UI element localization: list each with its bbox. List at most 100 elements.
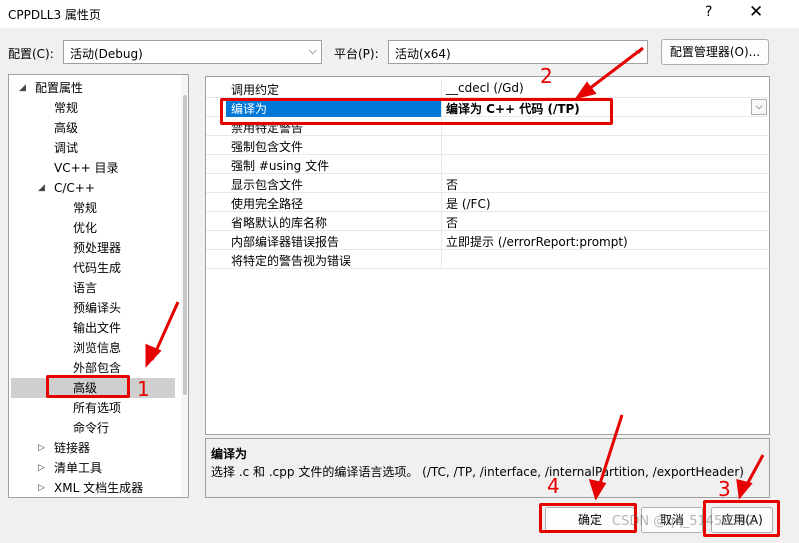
config-select[interactable]: 活动(Debug) ⌵	[63, 40, 322, 64]
property-value: 否	[446, 216, 459, 230]
property-value: __cdecl (/Gd)	[446, 81, 524, 95]
annotation-number-1: 1	[137, 377, 150, 401]
annotation-number-4: 4	[547, 474, 560, 498]
tree-item[interactable]: 语言	[73, 278, 97, 298]
column-divider	[441, 79, 442, 98]
tree-item[interactable]: 所有选项	[73, 398, 121, 418]
tree-item[interactable]: XML 文档生成器	[54, 478, 144, 497]
tree-item-label: 配置属性	[35, 81, 84, 95]
tree-item[interactable]: 调试	[54, 138, 78, 158]
window-title: CPPDLL3 属性页	[8, 8, 101, 22]
column-divider	[441, 250, 442, 269]
collapse-arrow-icon[interactable]: ◢	[38, 178, 45, 198]
title-bar: CPPDLL3 属性页 ? ✕	[0, 0, 799, 28]
tree-item-label: 优化	[73, 221, 98, 235]
annotation-number-3: 3	[718, 477, 731, 501]
tree-item-label: 命令行	[73, 421, 110, 435]
property-row[interactable]: 内部编译器错误报告 立即提示 (/errorReport:prompt)	[206, 231, 769, 250]
column-divider	[441, 155, 442, 174]
property-row[interactable]: 省略默认的库名称 否	[206, 212, 769, 231]
tree-item[interactable]: VC++ 目录	[54, 158, 119, 178]
property-name: 调用约定	[231, 83, 280, 97]
config-manager-button[interactable]: 配置管理器(O)...	[661, 39, 769, 65]
property-name: 内部编译器错误报告	[231, 235, 340, 249]
column-divider	[441, 136, 442, 155]
tree-item-label: C/C++	[54, 181, 95, 195]
column-divider	[441, 174, 442, 193]
property-name: 显示包含文件	[231, 178, 304, 192]
property-row[interactable]: 强制 #using 文件	[206, 155, 769, 174]
tree-item[interactable]: 代码生成	[73, 258, 121, 278]
tree-item[interactable]: 预处理器	[73, 238, 121, 258]
close-button[interactable]: ✕	[749, 2, 763, 22]
chevron-down-icon: ⌵	[308, 44, 317, 57]
property-row[interactable]: 将特定的警告视为错误	[206, 250, 769, 269]
chevron-down-icon: ⌵	[634, 44, 643, 57]
tree-item-label: XML 文档生成器	[54, 481, 144, 495]
description-title: 编译为	[211, 447, 248, 461]
tree-item-label: 预编译头	[73, 301, 122, 315]
tree-scrollbar-thumb[interactable]	[183, 95, 187, 395]
tree-item[interactable]: 预编译头	[73, 298, 121, 318]
config-value: 活动(Debug)	[70, 47, 143, 61]
tree-item[interactable]: 命令行	[73, 418, 109, 438]
description-panel: 编译为 选择 .c 和 .cpp 文件的编译语言选项。 (/TC, /TP, /…	[205, 438, 770, 498]
tree-item-label: 常规	[73, 201, 98, 215]
tree-item[interactable]: C/C++	[54, 178, 95, 198]
platform-select[interactable]: 活动(x64) ⌵	[388, 40, 648, 64]
help-button[interactable]: ?	[705, 4, 712, 20]
watermark: CSDN @qq_51450342	[612, 514, 756, 529]
property-name: 强制 #using 文件	[231, 159, 330, 173]
property-name: 省略默认的库名称	[231, 216, 328, 230]
tree-item-label: 清单工具	[54, 461, 103, 475]
annotation-box-2	[220, 98, 613, 125]
property-row[interactable]: 显示包含文件 否	[206, 174, 769, 193]
property-name: 使用完全路径	[231, 197, 304, 211]
property-value: 是 (/FC)	[446, 197, 491, 211]
tree-item[interactable]: 输出文件	[73, 318, 121, 338]
property-value: 立即提示 (/errorReport:prompt)	[446, 235, 628, 249]
tree-item-label: 语言	[73, 281, 98, 295]
expand-arrow-icon[interactable]: ▷	[38, 478, 45, 497]
column-divider	[441, 231, 442, 250]
tree-item-label: VC++ 目录	[54, 161, 119, 175]
property-name: 强制包含文件	[231, 140, 304, 154]
description-text: 选择 .c 和 .cpp 文件的编译语言选项。 (/TC, /TP, /inte…	[211, 465, 744, 479]
config-label: 配置(C):	[8, 47, 54, 61]
chevron-down-icon[interactable]: ⌵	[751, 99, 767, 115]
platform-value: 活动(x64)	[395, 47, 451, 61]
tree-item-label: 调试	[54, 141, 79, 155]
tree-item[interactable]: 常规	[73, 198, 97, 218]
annotation-box-1	[46, 375, 130, 398]
property-row[interactable]: 使用完全路径 是 (/FC)	[206, 193, 769, 212]
tree-item-label: 高级	[54, 121, 79, 135]
tree-item-label: 浏览信息	[73, 341, 122, 355]
collapse-arrow-icon[interactable]: ◢	[19, 78, 26, 98]
platform-label: 平台(P):	[334, 47, 379, 61]
property-tree: 配置属性 ◢ 常规 高级 调试 VC++ 目录 C/C++ ◢ 常规 优化 预处理器 代码生成 语言 预编…	[8, 74, 189, 498]
property-grid: 调用约定 __cdecl (/Gd) 编译为 编译为 C++ 代码 (/TP) ⌵ 禁用特…	[205, 76, 770, 435]
tree-item[interactable]: 配置属性	[35, 78, 83, 98]
column-divider	[441, 193, 442, 212]
tree-item-label: 常规	[54, 101, 79, 115]
expand-arrow-icon[interactable]: ▷	[38, 458, 45, 478]
property-row[interactable]: 强制包含文件	[206, 136, 769, 155]
tree-item-label: 所有选项	[73, 401, 122, 415]
tree-item[interactable]: 链接器	[54, 438, 90, 458]
tree-item[interactable]: 常规	[54, 98, 78, 118]
property-value: 否	[446, 178, 459, 192]
tree-item[interactable]: 高级	[54, 118, 78, 138]
tree-item-label: 外部包含	[73, 361, 122, 375]
tree-item[interactable]: 清单工具	[54, 458, 102, 478]
tree-item-label: 链接器	[54, 441, 91, 455]
property-row[interactable]: 调用约定 __cdecl (/Gd)	[206, 79, 769, 98]
column-divider	[441, 212, 442, 231]
tree-item-label: 预处理器	[73, 241, 122, 255]
tree-item-label: 输出文件	[73, 321, 122, 335]
expand-arrow-icon[interactable]: ▷	[38, 438, 45, 458]
annotation-number-2: 2	[540, 64, 553, 88]
tree-item-label: 代码生成	[73, 261, 122, 275]
tree-item[interactable]: 优化	[73, 218, 97, 238]
tree-item[interactable]: 浏览信息	[73, 338, 121, 358]
property-name: 将特定的警告视为错误	[231, 254, 352, 268]
